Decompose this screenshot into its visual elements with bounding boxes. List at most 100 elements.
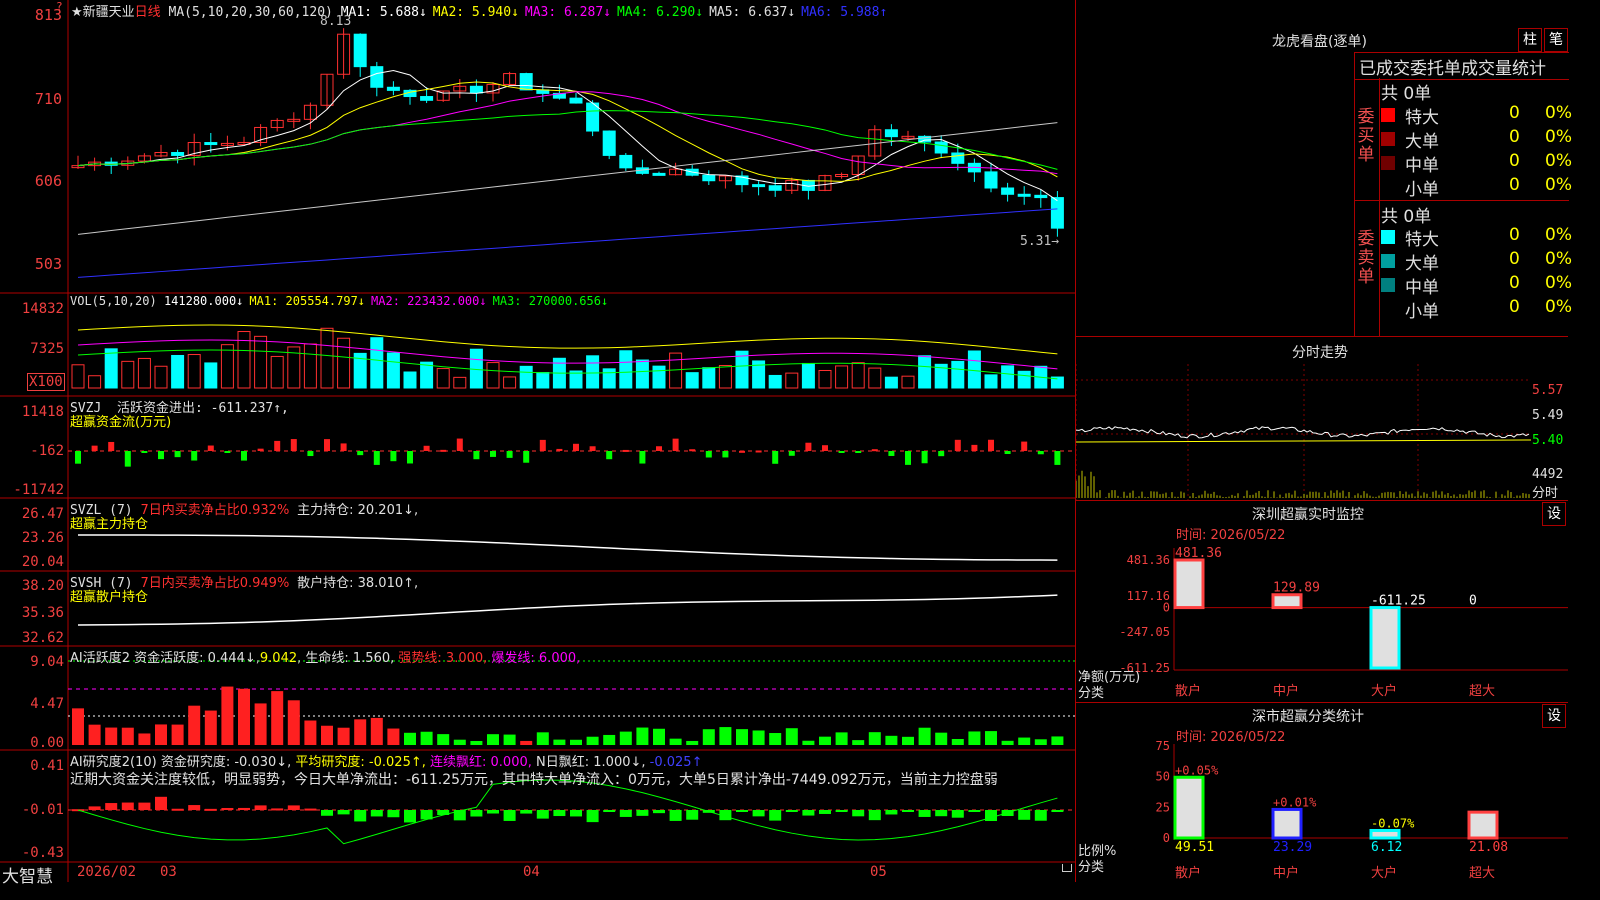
fund-flow-bar	[423, 445, 430, 451]
pen-mode-button[interactable]: 笔	[1544, 28, 1568, 52]
net-amount-bar	[1271, 593, 1303, 610]
research-bar	[802, 810, 815, 816]
ma-value: MA3: 6.287↓	[524, 5, 611, 20]
candle-body	[1034, 194, 1048, 199]
volume-bar	[851, 362, 865, 389]
fund-flow-bar	[755, 450, 762, 453]
research-bar	[105, 803, 118, 810]
research-bar	[204, 808, 217, 811]
classify-title: 深市超赢分类统计	[1252, 709, 1364, 725]
vol-title: VOL(5,10,20)	[70, 294, 157, 308]
fund-flow-bar	[888, 451, 895, 456]
order-percent: 0%	[1545, 225, 1572, 245]
lock-icon[interactable]	[1062, 864, 1072, 872]
candle-body	[1017, 193, 1031, 197]
volume-bar	[320, 327, 334, 389]
fund-flow-bar	[324, 439, 330, 451]
period-label[interactable]: 日线	[135, 5, 161, 20]
ma-value: MA1: 5.688↓	[340, 5, 427, 20]
aiact-life: 生命线: 1.560,	[305, 651, 395, 666]
volume-bar	[685, 372, 699, 389]
volume-bar	[519, 365, 533, 389]
activity-bar	[785, 728, 798, 745]
candle-body	[420, 96, 434, 101]
candle-body	[469, 85, 483, 94]
order-size-label: 小单	[1405, 180, 1439, 200]
fund-flow-bar	[971, 444, 978, 451]
fund-flow-bar	[573, 443, 579, 451]
activity-bar	[304, 720, 317, 745]
research-bar	[935, 810, 948, 817]
fund-flow-bar	[705, 451, 712, 458]
activity-bar	[586, 736, 599, 745]
order-count: 0	[1509, 151, 1520, 171]
activity-bar	[254, 703, 267, 745]
ma-line	[77, 208, 1058, 278]
order-size-label: 中单	[1405, 278, 1439, 298]
stock-name[interactable]: ★新疆天业	[71, 5, 135, 20]
candle-body	[1050, 197, 1064, 229]
research-bar	[188, 805, 201, 810]
aiact-val2: 9.042	[259, 651, 298, 666]
fund-flow-bar	[739, 450, 745, 453]
x-axis-label: 05	[870, 864, 887, 880]
fund-flow-bar	[274, 440, 281, 451]
classify-settings-button[interactable]: 设	[1542, 704, 1566, 728]
svsh-ratio: 7日内买卖净占比0.949%	[140, 576, 290, 591]
vol-ma-line	[77, 349, 1058, 380]
research-bar	[1018, 810, 1031, 820]
volume-bar	[602, 368, 616, 389]
fund-flow-bar	[141, 451, 148, 453]
volume-bar	[918, 355, 932, 389]
net-amount-bar-chart: 481.36117.160-247.05-611.25481.36散户129.8…	[1119, 546, 1568, 699]
research-bar	[337, 810, 350, 815]
bar-mode-button[interactable]: 柱	[1518, 28, 1542, 52]
category-label: 大户	[1371, 683, 1397, 699]
intraday-chart[interactable]	[1076, 364, 1568, 500]
monitor-settings-button[interactable]: 设	[1542, 502, 1566, 526]
order-count: 0	[1509, 175, 1520, 195]
fund-flow-bar	[689, 449, 696, 452]
fund-flow-bar	[158, 451, 164, 460]
volume-bar	[951, 360, 965, 389]
activity-bar	[420, 731, 433, 745]
vol-tick: 14832	[21, 301, 64, 317]
order-percent: 0%	[1545, 249, 1572, 269]
vol-ma-value: 141280.000↓	[163, 294, 244, 308]
volume-bar	[486, 362, 500, 389]
vol-unit-button[interactable]: X100	[27, 373, 65, 391]
activity-bar	[354, 719, 367, 745]
order-percent: 0%	[1545, 127, 1572, 147]
category-label: 大户	[1371, 865, 1397, 881]
ma-value: MA6: 5.988↑	[801, 5, 888, 20]
stock-chart-area[interactable]	[0, 0, 1076, 882]
volume-bar	[818, 369, 832, 389]
sell-total: 共 0单	[1381, 207, 1432, 227]
aiact-fund: 资金活跃度: 0.444↓	[134, 651, 256, 666]
aires-last: -0.025↑	[649, 755, 703, 770]
fund-flow-bar	[1037, 451, 1044, 455]
candle-body	[619, 154, 633, 169]
activity-bar	[155, 724, 167, 745]
research-bar	[354, 810, 367, 822]
research-bar	[619, 810, 632, 817]
fund-flow-bar	[257, 448, 264, 451]
aires-tick: -0.01	[21, 802, 64, 818]
research-bar	[586, 810, 599, 823]
y-tick-label: 25	[1156, 800, 1170, 814]
help-icon[interactable]: ?	[56, 0, 63, 13]
volume-bar	[71, 364, 85, 389]
ma-value: MA4: 6.290↓	[616, 5, 704, 20]
fund-flow-bar	[656, 446, 662, 451]
activity-bar	[337, 727, 350, 745]
volume-bar	[503, 376, 517, 389]
candle-body	[386, 86, 400, 91]
volume-bar	[104, 348, 118, 389]
fund-flow-bar	[539, 439, 546, 451]
activity-bar	[88, 724, 101, 745]
aires-fund: 资金研究度: -0.030↓,	[160, 755, 292, 770]
research-bar	[636, 810, 649, 816]
activity-bar	[221, 686, 234, 745]
volume-bar	[835, 365, 849, 389]
fund-flow-bar	[855, 451, 862, 453]
